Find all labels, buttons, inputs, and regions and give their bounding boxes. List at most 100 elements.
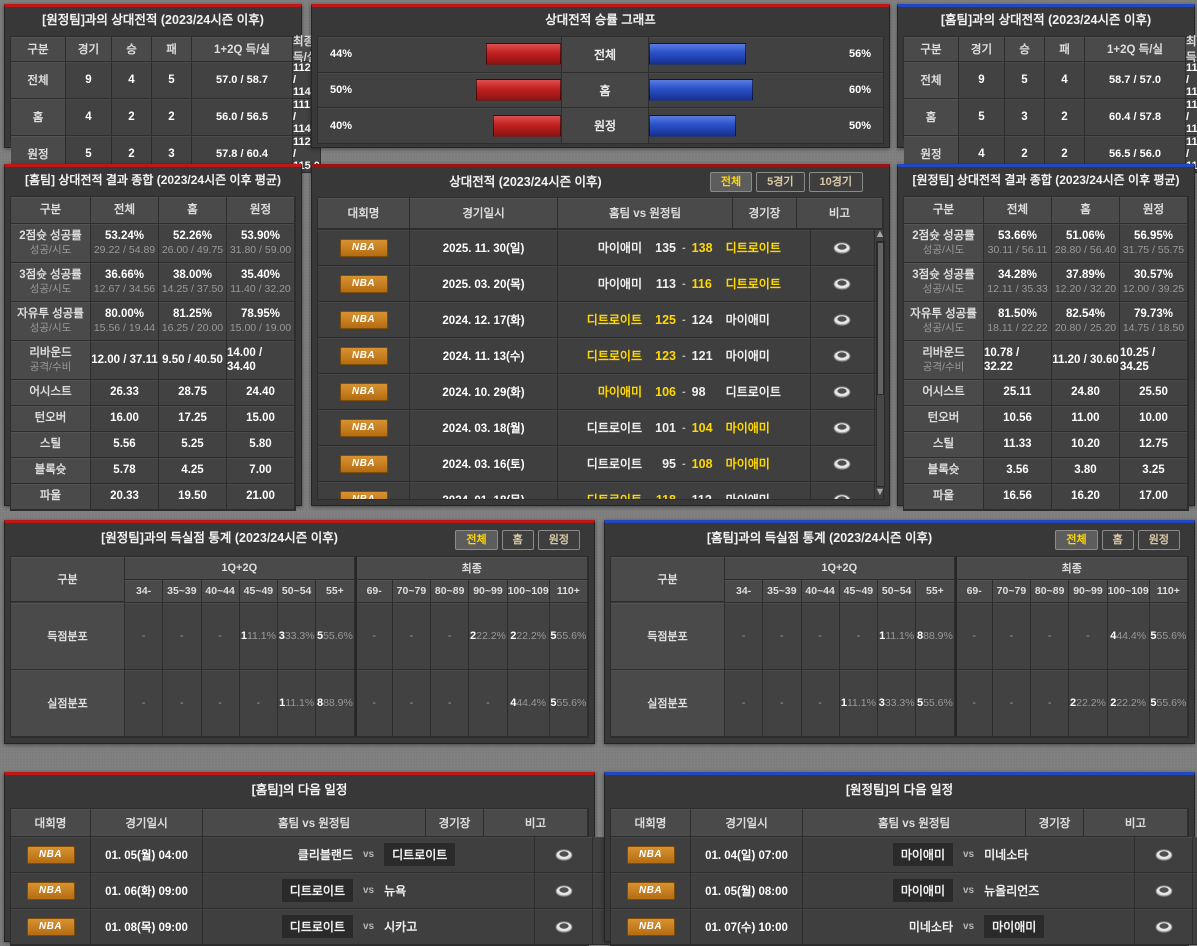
league-cell: NBA (318, 374, 410, 410)
stadium-cell[interactable] (1135, 837, 1193, 873)
stadium-cell[interactable] (535, 909, 593, 945)
stadium-cell[interactable] (811, 230, 875, 266)
summary-cell: 5.56 (91, 432, 159, 458)
home-score: 101 (648, 421, 676, 435)
stat-name: 파울 (40, 490, 61, 504)
dist-cell: - (393, 670, 431, 737)
stat-value: 37.89% (1066, 268, 1105, 282)
stat-name: 어시스트 (922, 386, 964, 400)
scroll-up-icon[interactable]: ▲ (875, 229, 886, 241)
home-score: 125 (648, 313, 676, 327)
summary-cell: 81.50%18.11 / 22.22 (984, 302, 1052, 341)
summary-cell: 5.25 (159, 432, 227, 458)
stadium-cell[interactable] (811, 302, 875, 338)
stadium-cell[interactable] (811, 482, 875, 500)
stat-detail: 12.00 / 39.25 (1123, 283, 1184, 296)
stadium-cell[interactable] (811, 410, 875, 446)
away-team: 마이애미 (726, 419, 810, 436)
schedule-date: 01. 05(월) 04:00 (91, 837, 203, 873)
stat-value: 7.00 (249, 463, 271, 477)
games-col-header: 경기장 (733, 198, 797, 229)
dist-group-header: 최종 (355, 557, 588, 580)
dist-range-header: 69- (355, 580, 393, 603)
chart-left-zone: 50% (318, 73, 561, 108)
dist-left-tab-0[interactable]: 전체 (455, 530, 497, 550)
summary-cell: 3.25 (1120, 458, 1188, 484)
summary-cell: 28.75 (159, 380, 227, 406)
league-cell: NBA (318, 410, 410, 446)
stat-value: 81.50% (998, 307, 1037, 321)
stadium-cell[interactable] (811, 338, 875, 374)
dist-right-tab-0[interactable]: 전체 (1055, 530, 1097, 550)
dist-right-tab-2[interactable]: 원정 (1138, 530, 1180, 550)
dist-cell: - (1031, 603, 1069, 670)
scrollbar-thumb[interactable] (877, 242, 884, 395)
chart-title: 상대전적 승률 그래프 (312, 7, 889, 33)
dist-left-tab-1[interactable]: 홈 (502, 530, 534, 550)
game-teams: 마이애미135-138디트로이트 (558, 230, 811, 266)
record-row-label: 홈 (904, 99, 959, 136)
panel-h2h-games: 상대전적 (2023/24시즌 이후) 전체5경기10경기 대회명경기일시홈팀 … (311, 164, 890, 506)
stat-value: 11.00 (1071, 411, 1099, 425)
stadium-cell[interactable] (1135, 909, 1193, 945)
summary-cell: 14.00 / 34.40 (227, 341, 295, 380)
games-tab-2[interactable]: 10경기 (809, 172, 863, 192)
dist-table: 구분1Q+2Q최종34-35~3940~4445~4950~5455+69-70… (610, 556, 1189, 738)
stat-name: 리바운드 (29, 347, 71, 361)
games-tab-1[interactable]: 5경기 (756, 172, 804, 192)
record-cell: 4 (66, 99, 112, 136)
stat-value: 79.73% (1134, 307, 1173, 321)
vs-label: vs (363, 885, 374, 896)
record-table: 구분경기승패1+2Q 득/실최종 득/실전체95458.7 / 57.0114.… (903, 36, 1189, 141)
league-cell: NBA (318, 446, 410, 482)
summary-table: 구분전체홈원정2점슛 성공률성공/시도53.24%29.22 / 54.8952… (10, 196, 296, 511)
home-team: 디트로이트 (558, 347, 642, 364)
stadium-cell[interactable] (1135, 873, 1193, 909)
stat-subname: 성공/시도 (923, 322, 965, 335)
games-col-header: 대회명 (318, 198, 410, 229)
schedule-col-header: 대회명 (611, 809, 691, 837)
stadium-cell[interactable] (811, 266, 875, 302)
summary-cell: 56.95%31.75 / 55.75 (1120, 224, 1188, 263)
schedule-date: 01. 06(화) 09:00 (91, 873, 203, 909)
dist-range-header: 110+ (550, 580, 588, 603)
scrollbar-track[interactable] (876, 241, 885, 487)
dist-cell: - (725, 603, 763, 670)
dist-left-tab-2[interactable]: 원정 (538, 530, 580, 550)
dist-range-header: 50~54 (878, 580, 916, 603)
stat-value: 9.50 / 40.50 (162, 353, 223, 367)
stadium-cell[interactable] (811, 446, 875, 482)
league-cell: NBA (11, 837, 91, 873)
stadium-cell[interactable] (535, 837, 593, 873)
record-cell: 58.7 / 57.0 (1085, 62, 1186, 99)
record-cell: 5 (959, 99, 1005, 136)
dist-percent: 55.6% (557, 697, 587, 709)
stat-subname: 공격/수비 (30, 361, 72, 374)
record-cell: 2 (152, 99, 192, 136)
home-team: 마이애미 (558, 383, 642, 400)
league-cell: NBA (318, 230, 410, 266)
games-tab-0[interactable]: 전체 (710, 172, 752, 192)
game-date: 2024. 03. 16(토) (410, 446, 558, 482)
dist-cell: 222.2% (469, 603, 507, 670)
away-team: 마이애미 (726, 491, 810, 500)
games-scrollbar[interactable]: ▲ ▼ (873, 229, 887, 499)
stat-detail: 12.67 / 34.56 (94, 283, 155, 296)
stat-value: 53.66% (998, 229, 1037, 243)
stadium-cell[interactable] (535, 873, 593, 909)
panel-winrate-chart: 상대전적 승률 그래프 44%전체56%50%홈60%40%원정50% (311, 4, 890, 148)
stadium-cell[interactable] (811, 374, 875, 410)
summary-cell: 16.00 (91, 406, 159, 432)
away-team: 마이애미 (726, 311, 810, 328)
stat-subname: 성공/시도 (923, 283, 965, 296)
summary-row: 파울20.3319.5021.00 (11, 484, 295, 510)
stat-value: 38.00% (173, 268, 212, 282)
stadium-icon (832, 241, 852, 255)
league-cell: NBA (318, 482, 410, 500)
record-col-header: 1+2Q 득/실 (1085, 37, 1186, 62)
away-score: 138 (692, 241, 720, 255)
record-cell: 4 (112, 62, 152, 99)
dist-right-tab-1[interactable]: 홈 (1102, 530, 1134, 550)
scroll-down-icon[interactable]: ▼ (875, 487, 886, 499)
dist-range-header: 69- (955, 580, 993, 603)
